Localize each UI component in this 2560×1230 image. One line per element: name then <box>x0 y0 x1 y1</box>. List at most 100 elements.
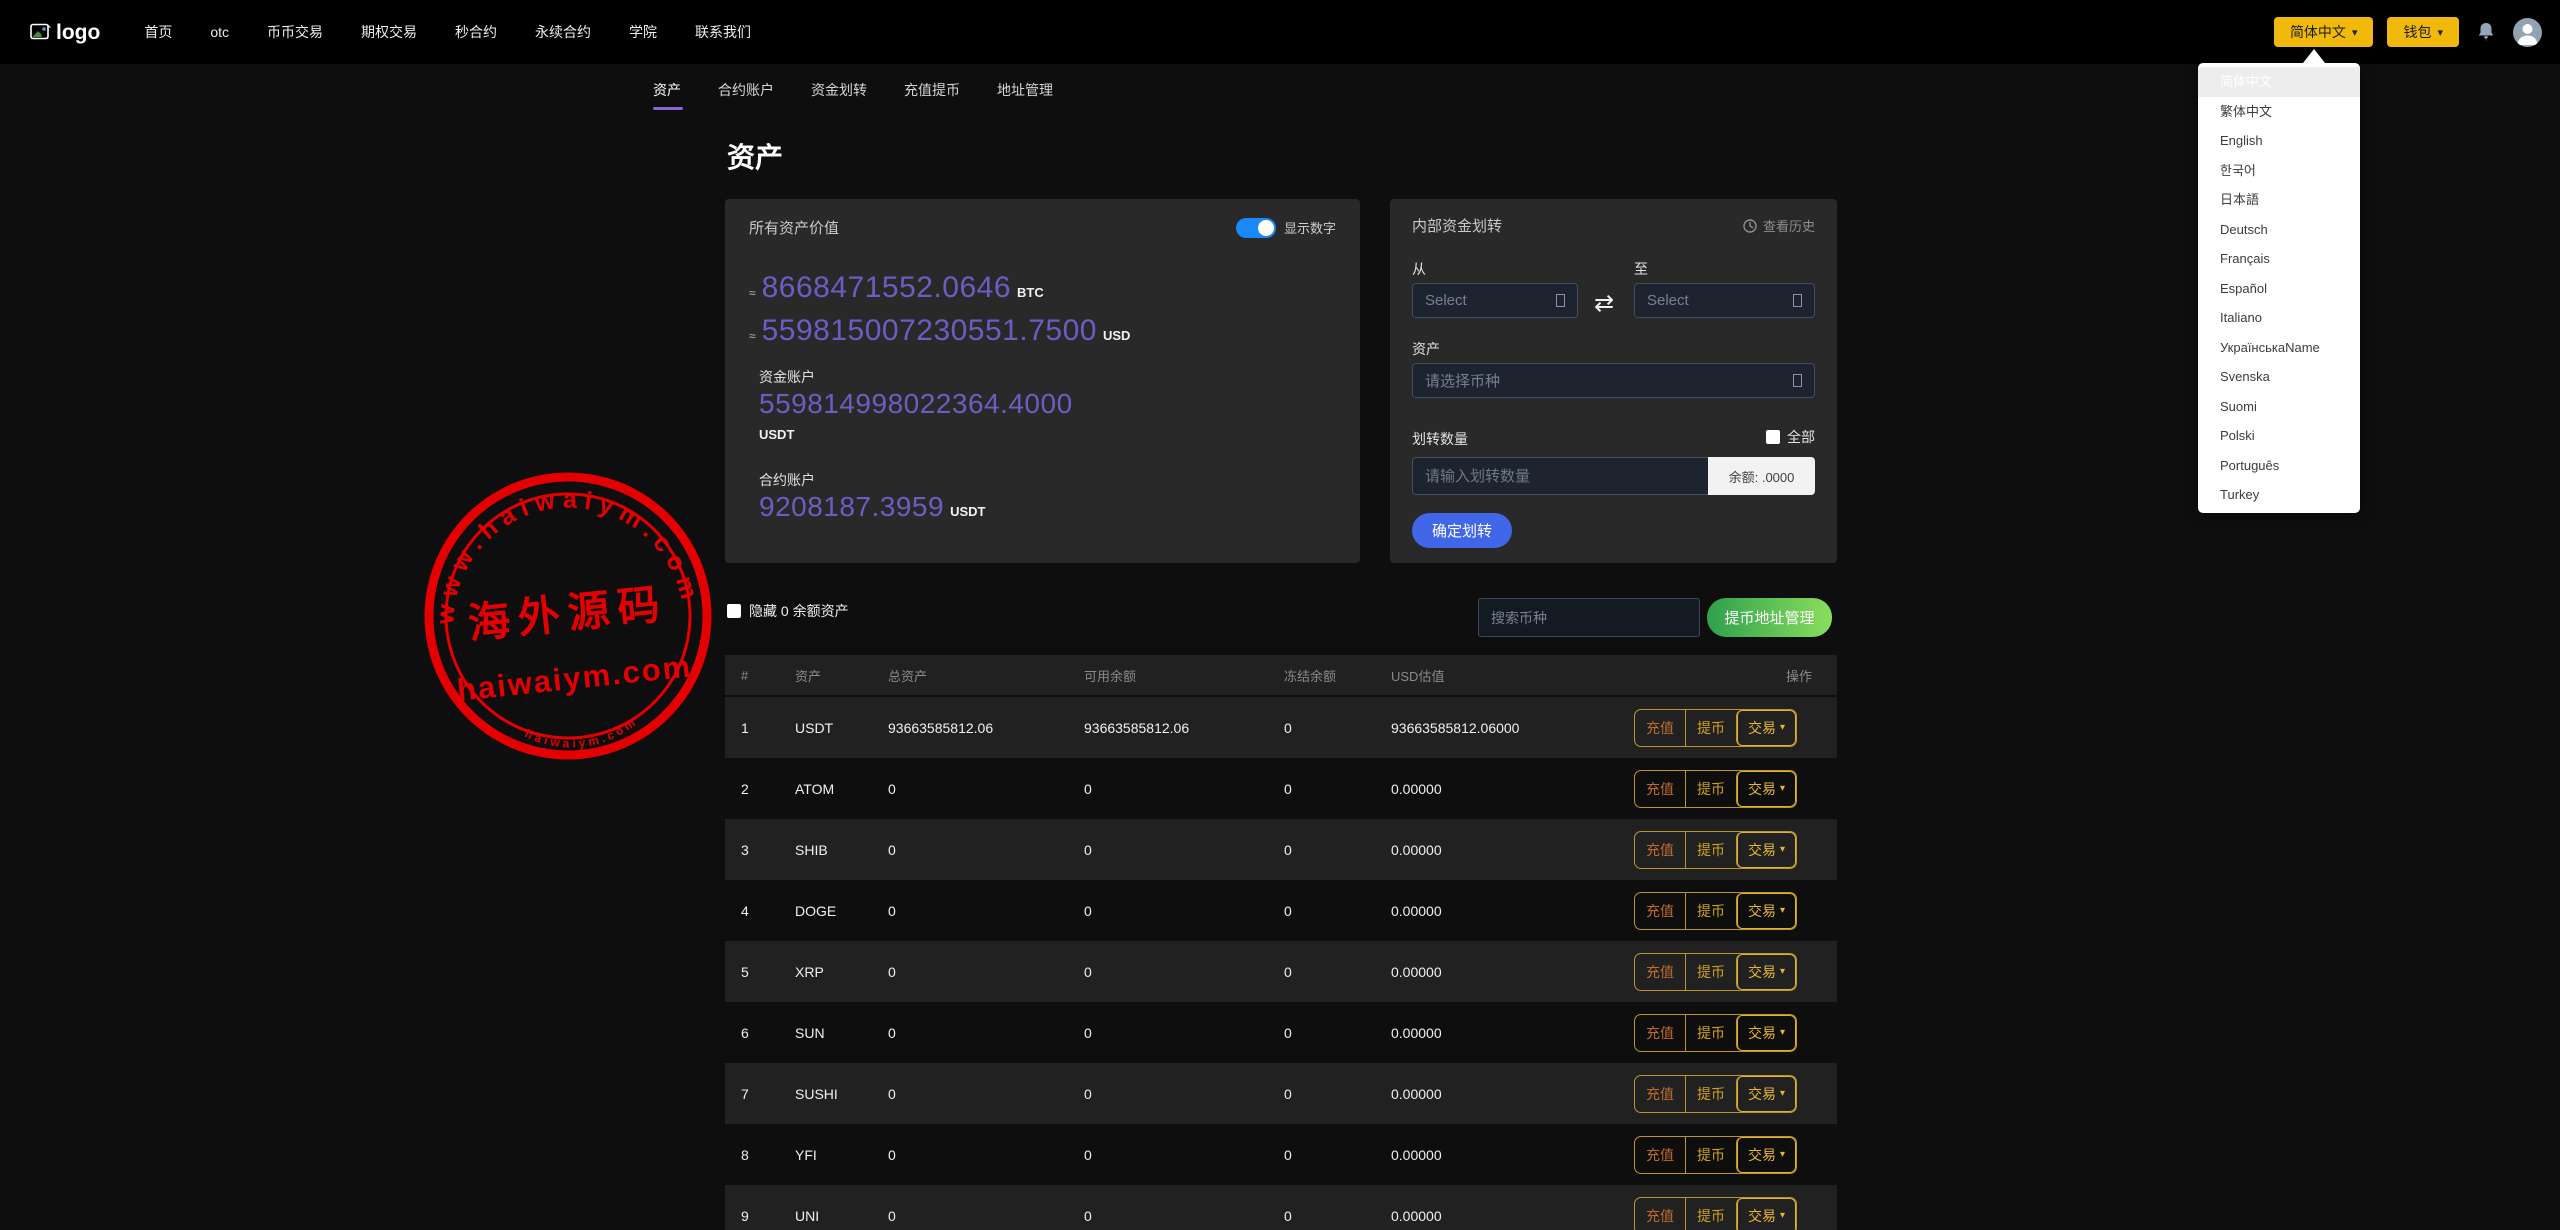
row-index: 7 <box>725 1086 795 1102</box>
language-dropdown-menu: 简体中文 繁体中文English한국어日本語DeutschFrançaisEsp… <box>2198 63 2360 513</box>
search-coin-input[interactable] <box>1478 598 1700 637</box>
hide-zero-checkbox[interactable] <box>727 604 741 618</box>
deposit-button[interactable]: 充值 <box>1635 1076 1685 1112</box>
language-option[interactable]: Polski <box>2198 421 2360 451</box>
transfer-to-select[interactable]: Select <box>1634 283 1815 318</box>
language-option[interactable]: Suomi <box>2198 392 2360 422</box>
language-option[interactable]: Turkey <box>2198 480 2360 510</box>
column-header: 操作 <box>1634 666 1837 685</box>
wallet-button[interactable]: 钱包 ▾ <box>2387 17 2459 47</box>
deposit-button[interactable]: 充值 <box>1635 1198 1685 1230</box>
trade-button[interactable]: 交易▾ <box>1736 1137 1796 1173</box>
table-row: 2 ATOM 0 0 0 0.00000 充值 提币 交易▾ <box>725 758 1837 819</box>
transfer-panel: 内部资金划转 查看历史 从 至 Select ⇄ Select 资产 请选择币种… <box>1390 199 1837 563</box>
row-available: 0 <box>1084 842 1284 858</box>
confirm-transfer-button[interactable]: 确定划转 <box>1412 513 1512 548</box>
nav-item[interactable]: otc <box>210 24 229 40</box>
caret-down-icon: ▾ <box>2352 26 2358 39</box>
transfer-all-checkbox[interactable] <box>1766 430 1780 444</box>
nav-item[interactable]: 币币交易 <box>267 22 323 42</box>
btc-unit: BTC <box>1017 285 1044 300</box>
active-tab-underline <box>653 107 683 110</box>
transfer-amount-input[interactable] <box>1412 457 1708 495</box>
nav-item[interactable]: 首页 <box>144 22 172 42</box>
language-option[interactable]: 日本語 <box>2198 185 2360 215</box>
trade-button[interactable]: 交易▾ <box>1736 1198 1796 1230</box>
withdraw-button[interactable]: 提币 <box>1685 954 1736 990</box>
row-index: 8 <box>725 1147 795 1163</box>
dropdown-indicator-box <box>1793 294 1802 307</box>
subnav-tab[interactable]: 资金划转 <box>811 80 867 110</box>
deposit-button[interactable]: 充值 <box>1635 893 1685 929</box>
trade-button[interactable]: 交易▾ <box>1736 1076 1796 1112</box>
language-option[interactable]: Français <box>2198 244 2360 274</box>
language-option[interactable]: Español <box>2198 274 2360 304</box>
deposit-button[interactable]: 充值 <box>1635 771 1685 807</box>
language-option[interactable]: Deutsch <box>2198 215 2360 245</box>
language-option-selected[interactable]: 简体中文 <box>2198 67 2360 97</box>
row-total: 0 <box>888 1025 1084 1041</box>
wallet-button-label: 钱包 <box>2403 22 2431 42</box>
deposit-button[interactable]: 充值 <box>1635 1137 1685 1173</box>
withdraw-address-button[interactable]: 提币地址管理 <box>1707 598 1832 637</box>
language-option[interactable]: English <box>2198 126 2360 156</box>
trade-button[interactable]: 交易▾ <box>1736 954 1796 990</box>
nav-item[interactable]: 期权交易 <box>361 22 417 42</box>
nav-item[interactable]: 永续合约 <box>535 22 591 42</box>
swap-direction-icon[interactable]: ⇄ <box>1594 289 1614 318</box>
logo[interactable]: logo <box>30 22 100 43</box>
withdraw-button[interactable]: 提币 <box>1685 710 1736 746</box>
svg-text:h a i w a i y m . c o m: h a i w a i y m . c o m <box>522 715 640 756</box>
deposit-button[interactable]: 充值 <box>1635 710 1685 746</box>
trade-button[interactable]: 交易▾ <box>1736 1015 1796 1051</box>
withdraw-button[interactable]: 提币 <box>1685 893 1736 929</box>
language-option-list: 繁体中文English한국어日本語DeutschFrançaisEspañolI… <box>2198 97 2360 510</box>
show-numbers-toggle[interactable] <box>1236 218 1276 238</box>
view-history-link[interactable]: 查看历史 <box>1743 216 1815 235</box>
nav-item[interactable]: 联系我们 <box>695 22 751 42</box>
caret-down-icon: ▾ <box>1780 1149 1785 1160</box>
subnav-tab[interactable]: 充值提币 <box>904 80 960 110</box>
language-option[interactable]: Italiano <box>2198 303 2360 333</box>
row-action-group: 充值 提币 交易▾ <box>1634 1075 1797 1113</box>
transfer-asset-select[interactable]: 请选择币种 <box>1412 363 1815 398</box>
language-option[interactable]: 한국어 <box>2198 156 2360 186</box>
deposit-button[interactable]: 充值 <box>1635 1015 1685 1051</box>
trade-button[interactable]: 交易▾ <box>1736 710 1796 746</box>
deposit-button[interactable]: 充值 <box>1635 954 1685 990</box>
table-row: 4 DOGE 0 0 0 0.00000 充值 提币 交易▾ <box>725 880 1837 941</box>
trade-button[interactable]: 交易▾ <box>1736 771 1796 807</box>
subnav-tab[interactable]: 合约账户 <box>718 80 774 110</box>
nav-item[interactable]: 学院 <box>629 22 657 42</box>
language-button[interactable]: 简体中文 ▾ <box>2274 17 2374 47</box>
hide-zero-balance-row[interactable]: 隐藏 0 余额资产 <box>727 601 849 621</box>
withdraw-button[interactable]: 提币 <box>1685 832 1736 868</box>
transfer-all-checkbox-row[interactable]: 全部 <box>1766 427 1815 447</box>
table-row: 6 SUN 0 0 0 0.00000 充值 提币 交易▾ <box>725 1002 1837 1063</box>
withdraw-button[interactable]: 提币 <box>1685 1015 1736 1051</box>
trade-button[interactable]: 交易▾ <box>1736 893 1796 929</box>
nav-item[interactable]: 秒合约 <box>455 22 497 42</box>
transfer-from-select[interactable]: Select <box>1412 283 1578 318</box>
language-option[interactable]: 繁体中文 <box>2198 97 2360 127</box>
language-option[interactable]: УкраїнськаName <box>2198 333 2360 363</box>
caret-down-icon: ▾ <box>2437 26 2443 39</box>
row-asset: SHIB <box>795 842 888 858</box>
withdraw-button[interactable]: 提币 <box>1685 1076 1736 1112</box>
row-action-group: 充值 提币 交易▾ <box>1634 1197 1797 1230</box>
logo-broken-image-icon <box>30 23 52 43</box>
trade-button[interactable]: 交易▾ <box>1736 832 1796 868</box>
language-option[interactable]: Svenska <box>2198 362 2360 392</box>
language-option[interactable]: Português <box>2198 451 2360 481</box>
withdraw-button[interactable]: 提币 <box>1685 1137 1736 1173</box>
withdraw-button[interactable]: 提币 <box>1685 771 1736 807</box>
subnav-tab[interactable]: 地址管理 <box>997 80 1053 110</box>
deposit-button[interactable]: 充值 <box>1635 832 1685 868</box>
subnav-tab[interactable]: 资产 <box>653 80 681 110</box>
user-avatar[interactable] <box>2513 18 2542 47</box>
withdraw-button[interactable]: 提币 <box>1685 1198 1736 1230</box>
main-nav: 首页 otc 币币交易 期权交易 秒合约 永续合约 学院 联系我们 <box>144 22 751 42</box>
notifications-bell-icon[interactable] <box>2473 21 2499 43</box>
row-available: 0 <box>1084 1025 1284 1041</box>
clock-icon <box>1743 219 1757 233</box>
